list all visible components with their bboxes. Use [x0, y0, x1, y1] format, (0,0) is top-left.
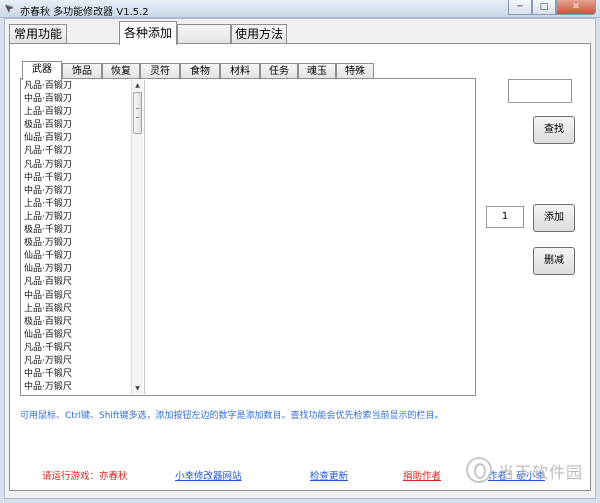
- tab-special[interactable]: 特殊: [336, 63, 374, 79]
- tab-instructions[interactable]: 使用方法: [231, 24, 287, 44]
- list-item[interactable]: 凡品·千锻尺: [22, 342, 131, 355]
- app-logo-icon: [5, 4, 14, 13]
- item-list-scrollbar[interactable]: ▲ ▼: [131, 80, 143, 394]
- donate-link[interactable]: 捐助作者: [403, 468, 441, 482]
- minimize-button[interactable]: ─: [508, 0, 532, 15]
- list-item[interactable]: 上品·千锻刀: [22, 198, 131, 211]
- scroll-up-icon[interactable]: ▲: [132, 80, 143, 91]
- list-item[interactable]: 凡品·万锻尺: [22, 355, 131, 368]
- list-item[interactable]: 中品·千锻刀: [22, 172, 131, 185]
- add-button[interactable]: 添加: [533, 204, 575, 232]
- tab-blank: [177, 24, 231, 44]
- delete-button[interactable]: 删减: [533, 247, 575, 275]
- list-item[interactable]: 中品·千锻尺: [22, 368, 131, 381]
- main-window: 常用功能 各种添加 使用方法 武器 饰品 恢复 灵符 食物 材料 任务 魂玉 特…: [4, 18, 596, 499]
- list-item[interactable]: 中品·百锻尺: [22, 290, 131, 303]
- tab-materials[interactable]: 材料: [220, 63, 260, 79]
- list-item[interactable]: 凡品·万锻刀: [22, 159, 131, 172]
- item-list[interactable]: 凡品·百锻刀 中品·百锻刀 上品·百锻刀 极品·百锻刀 仙品·百锻刀 凡品·千锻…: [22, 80, 131, 394]
- list-item[interactable]: 极品·百锻刀: [22, 119, 131, 132]
- selected-items-area[interactable]: [144, 80, 475, 394]
- website-link[interactable]: 小幸修改器网站: [175, 468, 242, 482]
- list-item[interactable]: 中品·百锻刀: [22, 93, 131, 106]
- maximize-button[interactable]: □: [532, 0, 556, 15]
- scroll-down-icon[interactable]: ▼: [132, 383, 143, 394]
- list-item[interactable]: 上品·万锻刀: [22, 211, 131, 224]
- search-input[interactable]: [508, 79, 572, 103]
- tab-soul-jade[interactable]: 魂玉: [298, 63, 336, 79]
- tab-quests[interactable]: 任务: [260, 63, 298, 79]
- list-item[interactable]: 上品·百锻尺: [22, 303, 131, 316]
- tab-common-functions[interactable]: 常用功能: [9, 24, 67, 44]
- watermark-logo-icon: [466, 457, 492, 483]
- title-bar: 亦春秋 多功能修改器 V1.5.2 ─ □ ✕: [0, 0, 600, 18]
- item-list-frame: 凡品·百锻刀 中品·百锻刀 上品·百锻刀 极品·百锻刀 仙品·百锻刀 凡品·千锻…: [20, 78, 476, 396]
- watermark-text: 当下软件园: [498, 463, 584, 482]
- add-items-panel: 武器 饰品 恢复 灵符 食物 材料 任务 魂玉 特殊 凡品·百锻刀 中品·百锻刀…: [9, 43, 591, 491]
- quantity-input[interactable]: 1: [486, 206, 524, 228]
- tab-talismans[interactable]: 灵符: [140, 63, 180, 79]
- list-item[interactable]: 中品·万锻刀: [22, 185, 131, 198]
- check-update-link[interactable]: 检查更新: [310, 468, 348, 482]
- list-item[interactable]: 仙品·千锻刀: [22, 250, 131, 263]
- list-item[interactable]: 仙品·百锻尺: [22, 329, 131, 342]
- search-button[interactable]: 查找: [533, 116, 575, 144]
- usage-hint: 可用鼠标、Ctrl键、Shift键多选，添加按钮左边的数字是添加数目。查找功能会…: [20, 411, 444, 421]
- tab-food[interactable]: 食物: [180, 63, 220, 79]
- list-item[interactable]: 中品·万锻尺: [22, 381, 131, 394]
- list-item[interactable]: 凡品·百锻刀: [22, 80, 131, 93]
- list-item[interactable]: 极品·千锻刀: [22, 224, 131, 237]
- game-notice: 请运行游戏：亦春秋: [42, 471, 128, 482]
- list-item[interactable]: 仙品·万锻刀: [22, 263, 131, 276]
- scroll-thumb[interactable]: [133, 92, 142, 134]
- tab-add-items[interactable]: 各种添加: [119, 21, 177, 45]
- close-button[interactable]: ✕: [556, 0, 596, 15]
- list-item[interactable]: 凡品·百锻尺: [22, 276, 131, 289]
- list-item[interactable]: 凡品·千锻刀: [22, 145, 131, 158]
- tab-accessories[interactable]: 饰品: [62, 63, 102, 79]
- watermark: 当下软件园: [466, 457, 596, 497]
- list-item[interactable]: 极品·万锻刀: [22, 237, 131, 250]
- tab-recovery[interactable]: 恢复: [102, 63, 140, 79]
- list-item[interactable]: 极品·百锻尺: [22, 316, 131, 329]
- window-title: 亦春秋 多功能修改器 V1.5.2: [20, 7, 149, 18]
- list-item[interactable]: 仙品·百锻刀: [22, 132, 131, 145]
- list-item[interactable]: 上品·百锻刀: [22, 106, 131, 119]
- tab-weapons[interactable]: 武器: [22, 61, 62, 80]
